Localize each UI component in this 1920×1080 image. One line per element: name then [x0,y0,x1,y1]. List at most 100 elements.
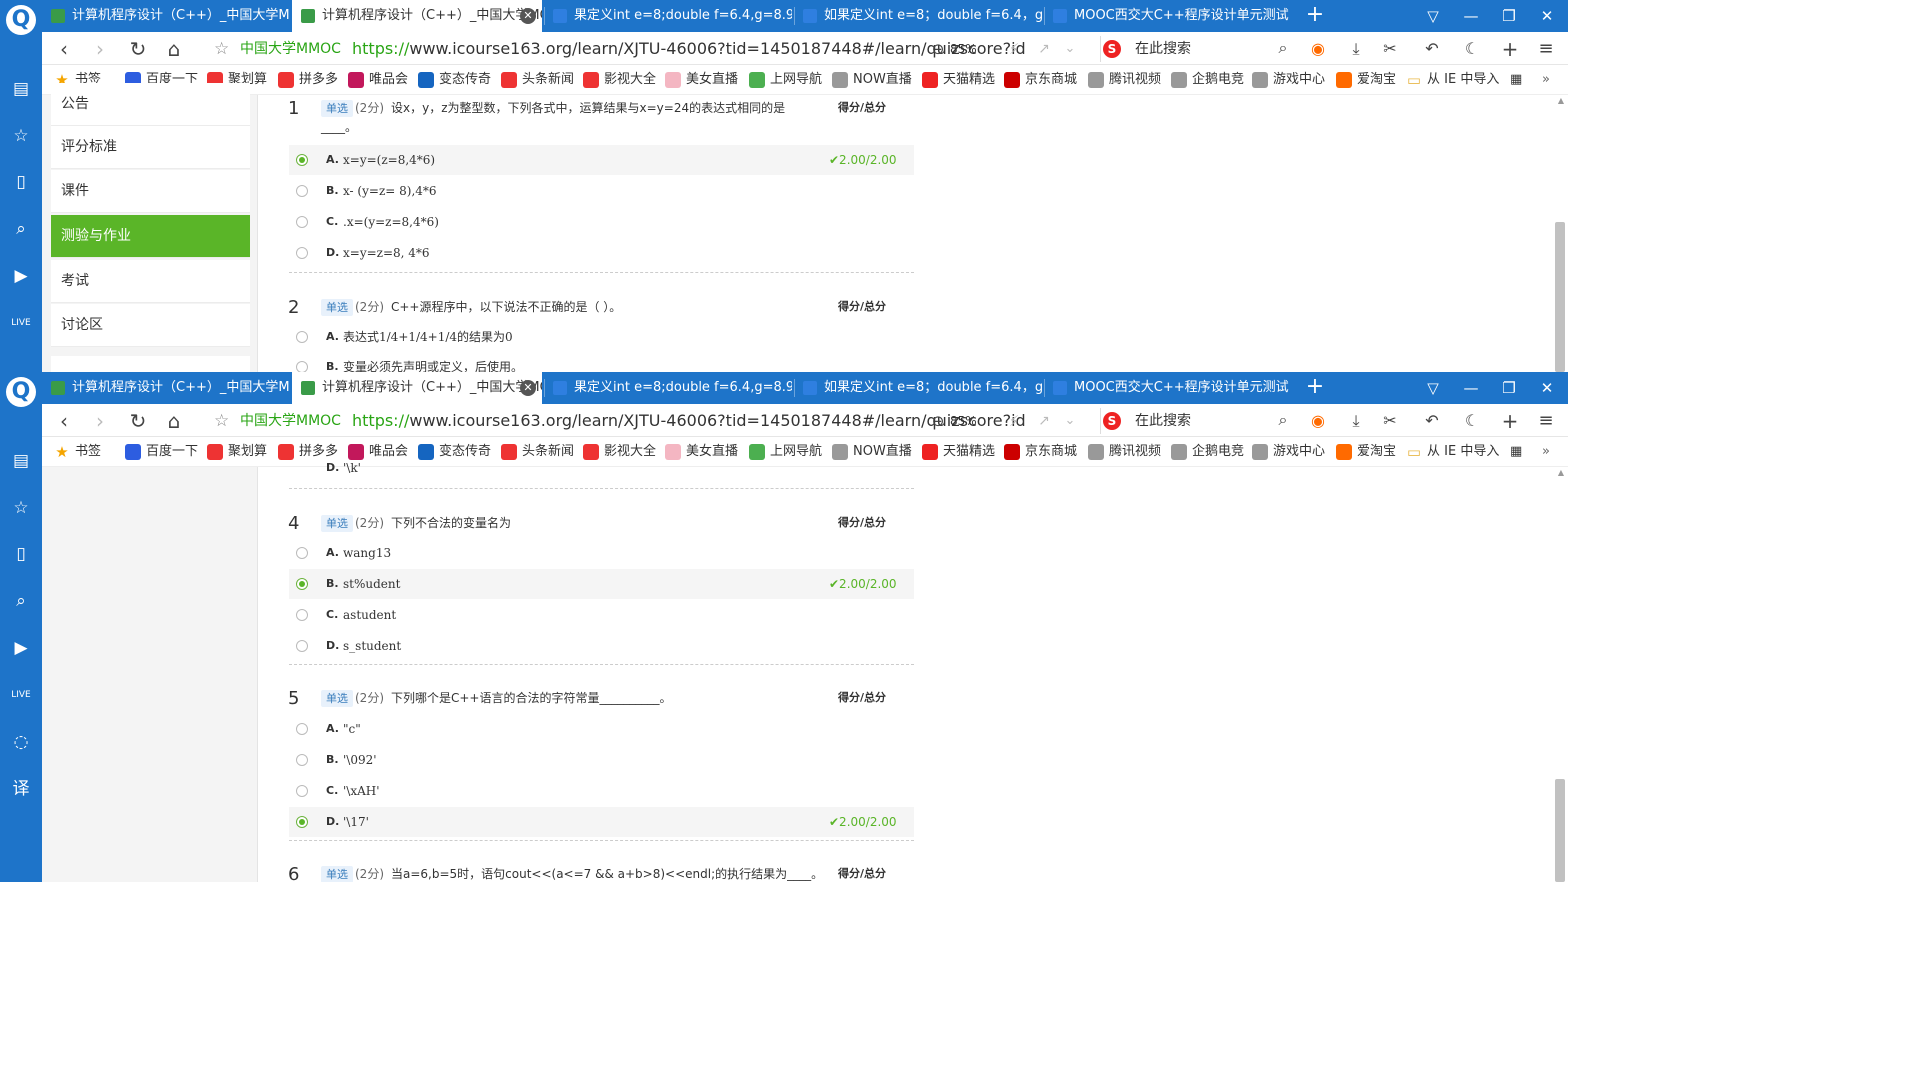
chevron-down-icon[interactable]: ⌄ [1058,37,1082,61]
bookmark-item[interactable]: 京东商城 [1004,71,1077,89]
course-nav-item[interactable]: 课件 [51,170,250,213]
zoom-level[interactable]: 85% [950,411,977,431]
search-input[interactable]: 在此搜索 [1135,411,1191,431]
bookmark-item[interactable]: 头条新闻 [501,443,574,461]
option-radio[interactable] [296,154,308,166]
close-window-icon[interactable]: ✕ [1528,0,1566,32]
course-nav-item[interactable]: 公告 [51,83,250,126]
back-icon[interactable]: ‹ [52,409,76,433]
share-icon[interactable]: ↗ [1032,409,1056,433]
browser-tab[interactable]: 计算机程序设计（C++）_中国大学MOOC [42,372,290,404]
close-window-icon[interactable]: ✕ [1528,372,1566,404]
bookmark-star-icon[interactable]: ☆ [214,409,229,433]
bookmark-item[interactable]: 天猫精选 [922,443,995,461]
option-radio[interactable] [296,816,308,828]
live-icon[interactable]: LIVE [10,312,32,334]
gamepad-icon[interactable]: ◉ [1306,37,1330,61]
bookmark-item[interactable]: 腾讯视频 [1088,443,1161,461]
restore-icon[interactable]: ❐ [1490,0,1528,32]
back-icon[interactable]: ‹ [52,37,76,61]
add-icon[interactable]: + [1498,37,1522,61]
bookmark-item[interactable]: 天猫精选 [922,71,995,89]
course-nav-item[interactable] [51,356,250,372]
undo-icon[interactable]: ↶ [1420,37,1444,61]
add-icon[interactable]: + [1498,409,1522,433]
book-icon[interactable]: ▯ [10,171,32,193]
option-radio[interactable] [296,578,308,590]
browser-logo-icon[interactable]: Q [6,377,36,407]
option-radio[interactable] [296,331,308,343]
bookmark-item[interactable]: 影视大全 [583,71,656,89]
course-nav-item[interactable]: 考试 [51,260,250,303]
video-icon[interactable]: ▶ [10,637,32,659]
option-radio[interactable] [296,547,308,559]
course-nav-item[interactable]: 评分标准 [51,126,250,169]
browser-tab[interactable]: MOOC西交大C++程序设计单元测试 [1044,0,1294,32]
course-nav-item[interactable]: 测验与作业 [51,215,250,258]
tab-close-icon[interactable]: ✕ [520,380,536,396]
undo-icon[interactable]: ↶ [1420,409,1444,433]
refresh-icon[interactable]: ↻ [126,409,150,433]
bookmark-item[interactable]: 变态传奇 [418,443,491,461]
tab-close-icon[interactable]: ✕ [520,8,536,24]
zoom-icon[interactable]: ⊖ [926,37,950,61]
lightning-icon[interactable]: ⚡ [1002,37,1026,61]
browser-logo-icon[interactable]: Q [6,5,36,35]
bookmark-extra-icon[interactable]: ▦ [1510,71,1522,89]
bookmark-item[interactable]: 企鹅电竞 [1171,71,1244,89]
live-icon[interactable]: LIVE [10,684,32,706]
skin-icon[interactable]: ▽ [1414,372,1452,404]
menu-icon[interactable]: ≡ [1534,409,1558,433]
favorites-star-icon[interactable]: ☆ [10,125,32,147]
option-radio[interactable] [296,785,308,797]
search-box[interactable]: S 在此搜索 ⌕ [1100,408,1290,434]
scroll-up-icon[interactable]: ▲ [1554,95,1568,107]
scrollbar-thumb[interactable] [1555,779,1565,882]
share-icon[interactable]: ↗ [1032,37,1056,61]
bookmark-item[interactable]: 爱淘宝 [1336,443,1396,461]
bookmark-item[interactable]: 上网导航 [749,443,822,461]
bookmark-item[interactable]: NOW直播 [832,443,912,461]
course-nav-item[interactable]: 讨论区 [51,304,250,347]
zoom-level[interactable]: 85% [950,39,977,59]
option-radio[interactable] [296,609,308,621]
search-engine-icon[interactable]: S [1103,412,1121,430]
bookmark-star-icon[interactable]: ☆ [214,37,229,61]
bookmark-item[interactable]: ★ 书签 [54,443,101,461]
translate-icon[interactable]: 译 [10,778,32,800]
bookmark-item[interactable]: 百度一下 [125,443,198,461]
bookmark-item[interactable]: 拼多多 [278,71,338,89]
browser-tab[interactable]: 计算机程序设计（C++）_中国大学MOOC [42,0,290,32]
download-icon[interactable]: ⤓ [1344,409,1368,433]
bookmark-item[interactable]: 游戏中心 [1252,443,1325,461]
address-bar[interactable]: https://www.icourse163.org/learn/XJTU-46… [352,410,1026,432]
forward-icon[interactable]: › [88,37,112,61]
scroll-up-icon[interactable]: ▲ [1554,467,1568,479]
bookmark-extra-icon[interactable]: ▦ [1510,443,1522,461]
option-radio[interactable] [296,216,308,228]
bookmark-item[interactable]: 聚划算 [207,443,267,461]
home-icon[interactable]: ⌂ [162,37,186,61]
scrollbar-thumb[interactable] [1555,222,1565,372]
more-bookmarks-icon[interactable]: » [1542,71,1550,89]
search-icon[interactable]: ⌕ [1271,408,1295,432]
browser-tab[interactable]: 如果定义int e=8；double f=6.4，g [794,0,1042,32]
bookmark-item[interactable]: NOW直播 [832,71,912,89]
option-radio[interactable] [296,640,308,652]
minimize-icon[interactable]: — [1452,0,1490,32]
lightning-icon[interactable]: ⚡ [1002,409,1026,433]
scissors-icon[interactable]: ✂ [1378,37,1402,61]
moon-icon[interactable]: ☾ [1460,37,1484,61]
search-icon[interactable]: ⌕ [1271,36,1295,60]
bookmark-item[interactable]: 企鹅电竞 [1171,443,1244,461]
option-radio[interactable] [296,723,308,735]
refresh-icon[interactable]: ↻ [126,37,150,61]
video-icon[interactable]: ▶ [10,265,32,287]
browser-tab[interactable]: 计算机程序设计（C++）_中国大学MOOC✕ [292,0,542,32]
restore-icon[interactable]: ❐ [1490,372,1528,404]
browser-tab[interactable]: 计算机程序设计（C++）_中国大学MOOC✕ [292,372,542,404]
more-bookmarks-icon[interactable]: » [1542,443,1550,461]
download-icon[interactable]: ⤓ [1344,37,1368,61]
bookmark-item[interactable]: 变态传奇 [418,71,491,89]
moon-icon[interactable]: ☾ [1460,409,1484,433]
